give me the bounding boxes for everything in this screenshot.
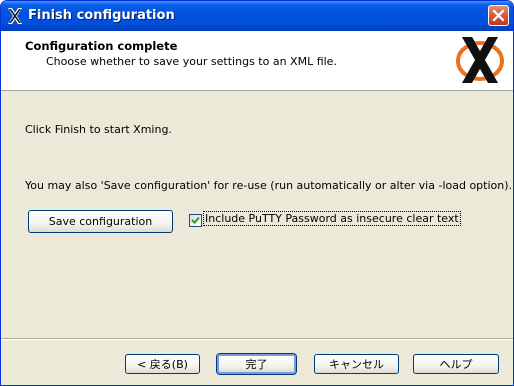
cancel-button[interactable]: キャンセル xyxy=(314,354,399,374)
footer-divider xyxy=(1,338,513,340)
finish-configuration-dialog: Finish configuration Configuration compl… xyxy=(0,0,514,386)
close-button[interactable] xyxy=(488,5,509,26)
include-putty-password-checkbox[interactable] xyxy=(189,214,202,227)
checkmark-icon xyxy=(191,216,200,224)
save-instruction-text: You may also 'Save configuration' for re… xyxy=(25,179,513,192)
xming-app-icon xyxy=(8,8,22,24)
back-label: < 戻る(B) xyxy=(137,358,188,371)
include-putty-password-label[interactable]: Include PuTTY Password as insecure clear… xyxy=(203,211,461,226)
window-title: Finish configuration xyxy=(28,8,175,23)
save-configuration-button[interactable]: Save configuration xyxy=(28,210,173,233)
close-icon xyxy=(492,9,505,22)
page-subtitle: Choose whether to save your settings to … xyxy=(46,55,337,68)
wizard-header: Configuration complete Choose whether to… xyxy=(1,31,513,91)
save-configuration-label: Save configuration xyxy=(48,215,153,228)
title-bar[interactable]: Finish configuration xyxy=(1,1,513,31)
page-title: Configuration complete xyxy=(25,39,178,53)
xming-logo xyxy=(456,37,504,83)
cancel-label: キャンセル xyxy=(329,358,384,371)
back-button[interactable]: < 戻る(B) xyxy=(125,354,200,374)
help-button[interactable]: ヘルプ xyxy=(413,354,499,374)
finish-instruction-text: Click Finish to start Xming. xyxy=(25,123,172,136)
finish-button[interactable]: 完了 xyxy=(217,354,296,374)
help-label: ヘルプ xyxy=(439,358,473,371)
finish-label: 完了 xyxy=(245,358,268,371)
